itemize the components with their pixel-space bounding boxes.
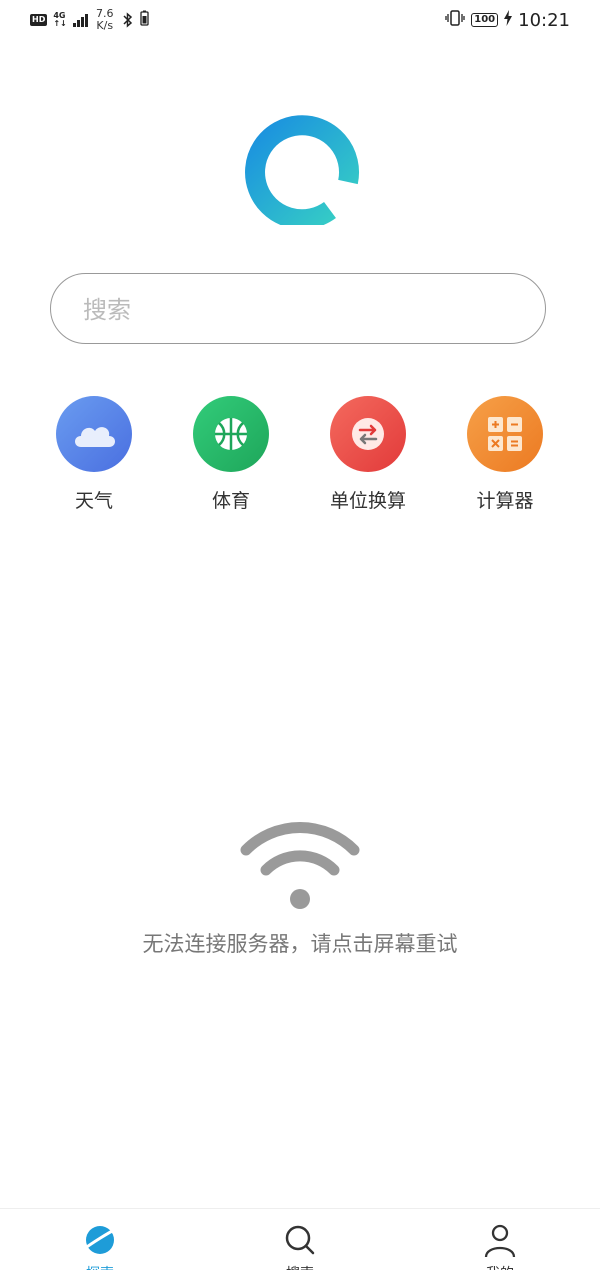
search-icon: [285, 1225, 315, 1255]
status-bar: HD 4G ↑↓ 7.6 K/s 100 10:21: [0, 0, 600, 42]
tool-sports[interactable]: 体育: [171, 396, 291, 513]
status-right: 100 10:21: [445, 9, 570, 31]
network-speed-unit: K/s: [96, 19, 114, 32]
nav-search-label: 搜索: [250, 1263, 350, 1270]
battery-indicator: 100: [471, 13, 499, 27]
hd-badge: HD: [30, 14, 48, 26]
connection-error-message[interactable]: 无法连接服务器，请点击屏幕重试: [0, 928, 600, 958]
planet-icon: [83, 1226, 117, 1254]
nav-profile[interactable]: 我的: [450, 1223, 550, 1270]
app-screen: HD 4G ↑↓ 7.6 K/s 100 10:21 搜索 天气 体育 单位换算…: [0, 0, 600, 1270]
tool-unit-conversion[interactable]: 单位换算: [308, 396, 428, 513]
network-activity: ↑↓: [53, 19, 67, 28]
nav-explore-label: 探索: [50, 1263, 150, 1270]
user-icon: [484, 1224, 516, 1258]
app-logo: [240, 110, 360, 230]
wifi-icon[interactable]: [240, 820, 360, 912]
bottom-nav: 探索 搜索 我的: [0, 1208, 600, 1270]
swap-arrows-icon: [330, 396, 406, 472]
network-type: 4G ↑↓: [53, 12, 66, 28]
quick-tools: 天气 体育 单位换算 计算器: [0, 396, 600, 526]
nav-explore[interactable]: 探索: [50, 1223, 150, 1270]
search-input[interactable]: [81, 292, 505, 328]
charging-icon: [504, 10, 513, 30]
calculator-icon: [467, 396, 543, 472]
cloud-icon: [56, 396, 132, 472]
network-speed: 7.6 K/s: [94, 8, 116, 32]
nav-profile-label: 我的: [450, 1263, 550, 1270]
status-left: HD 4G ↑↓ 7.6 K/s: [30, 8, 149, 32]
tool-unit-conversion-label: 单位换算: [329, 490, 406, 512]
nav-search[interactable]: 搜索: [250, 1223, 350, 1270]
tool-weather[interactable]: 天气: [34, 396, 154, 513]
bluetooth-icon: [122, 12, 134, 28]
vibrate-icon: [445, 9, 465, 31]
search-box[interactable]: [50, 273, 546, 344]
tool-sports-label: 体育: [211, 490, 250, 512]
clock: 10:21: [518, 9, 570, 31]
tool-calculator[interactable]: 计算器: [445, 396, 565, 513]
basketball-icon: [193, 396, 269, 472]
tool-calculator-label: 计算器: [476, 490, 534, 512]
signal-icon: [72, 13, 88, 27]
tool-weather-label: 天气: [74, 490, 113, 512]
battery-small-icon: [140, 10, 149, 30]
